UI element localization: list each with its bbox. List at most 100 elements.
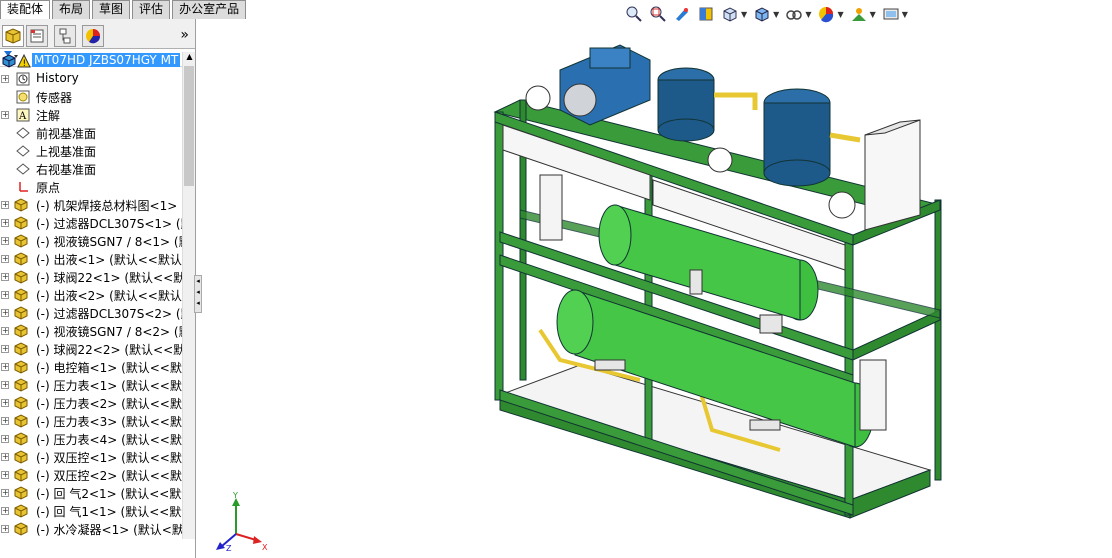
- zoom-to-fit-icon[interactable]: [625, 5, 643, 23]
- feature-manager-icon[interactable]: [2, 25, 24, 47]
- tree-expand-toggle[interactable]: +: [1, 435, 9, 443]
- tree-item-label: (-) 视液镜SGN7 / 8<1> (默: [36, 235, 182, 249]
- part-icon: [14, 234, 28, 248]
- apply-scene-icon[interactable]: [850, 5, 868, 23]
- tree-item-label: (-) 双压控<2> (默认<<默认: [36, 469, 182, 483]
- hide-show-caret[interactable]: ▼: [805, 10, 811, 19]
- tree-expand-toggle[interactable]: +: [1, 273, 9, 281]
- feature-tree[interactable]: ! MT07HD JZBS07HGY MT + History 传感器 + A 注解 前视基…: [0, 52, 182, 539]
- tree-expand-toggle[interactable]: +: [1, 237, 9, 245]
- tab-office-products[interactable]: 办公室产品: [172, 0, 247, 19]
- view-orientation-caret[interactable]: ▼: [741, 10, 747, 19]
- tree-item-label: History: [36, 71, 79, 85]
- tree-item[interactable]: + (-) 回 气2<1> (默认<<默认: [0, 484, 182, 502]
- tree-expand-toggle[interactable]: +: [1, 255, 9, 263]
- tree-expand-toggle[interactable]: +: [1, 381, 9, 389]
- tree-expand-toggle[interactable]: +: [1, 219, 9, 227]
- tree-item-label: (-) 电控箱<1> (默认<<默认: [36, 361, 182, 375]
- scroll-up-arrow[interactable]: ▲: [183, 52, 196, 65]
- tree-item[interactable]: + (-) 回 气1<1> (默认<<默认: [0, 502, 182, 520]
- part-icon: [14, 252, 28, 266]
- tree-expand-toggle[interactable]: +: [1, 345, 9, 353]
- configuration-manager-icon[interactable]: [54, 25, 76, 47]
- tree-item[interactable]: + (-) 双压控<1> (默认<<默认: [0, 448, 182, 466]
- tree-item[interactable]: + (-) 机架焊接总材料图<1>: [0, 196, 182, 214]
- tree-item[interactable]: 右视基准面: [0, 160, 182, 178]
- tree-expand-toggle[interactable]: +: [1, 111, 9, 119]
- scroll-thumb[interactable]: [184, 66, 194, 186]
- tree-item[interactable]: + (-) 双压控<2> (默认<<默认: [0, 466, 182, 484]
- display-style-icon[interactable]: [753, 5, 771, 23]
- tree-expand-toggle[interactable]: +: [1, 507, 9, 515]
- tree-item[interactable]: + (-) 压力表<2> (默认<<默认: [0, 394, 182, 412]
- tree-item[interactable]: 传感器: [0, 88, 182, 106]
- display-style-caret[interactable]: ▼: [773, 10, 779, 19]
- warning-icon: !: [17, 53, 31, 69]
- tab-sketch[interactable]: 草图: [92, 0, 131, 19]
- solidworks-window: 装配体 布局 草图 评估 办公室产品 » ! MT07HD JZBS07HGY …: [0, 0, 1112, 558]
- tree-item[interactable]: + (-) 出液<2> (默认<<默认: [0, 286, 182, 304]
- view-orientation-icon[interactable]: [721, 5, 739, 23]
- part-icon: [14, 414, 28, 428]
- part-icon: [14, 378, 28, 392]
- graphics-area[interactable]: [202, 26, 1112, 558]
- tree-item[interactable]: + (-) 过滤器DCL307S<2> (默: [0, 304, 182, 322]
- tree-expand-toggle[interactable]: +: [1, 309, 9, 317]
- property-manager-icon[interactable]: [26, 25, 48, 47]
- tree-expand-toggle[interactable]: +: [1, 291, 9, 299]
- tree-item[interactable]: 原点: [0, 178, 182, 196]
- tree-item[interactable]: + (-) 压力表<1> (默认<<默认: [0, 376, 182, 394]
- edit-appearance-icon[interactable]: [817, 5, 835, 23]
- panel-collapse-handle[interactable]: ◂ ◂ ◂: [194, 275, 202, 313]
- tree-root[interactable]: ! MT07HD JZBS07HGY MT: [0, 52, 182, 70]
- edit-appearance-caret[interactable]: ▼: [837, 10, 843, 19]
- part-icon: [14, 270, 28, 284]
- tree-item[interactable]: 上视基准面: [0, 142, 182, 160]
- view-settings-caret[interactable]: ▼: [902, 10, 908, 19]
- triad-x-label: X: [262, 543, 268, 552]
- tree-item[interactable]: + History: [0, 70, 182, 88]
- tab-assembly[interactable]: 装配体: [0, 0, 51, 19]
- expand-panel-button[interactable]: »: [180, 27, 189, 43]
- zoom-area-icon[interactable]: [649, 5, 667, 23]
- tree-expand-toggle[interactable]: +: [1, 75, 9, 83]
- plane-icon: [16, 162, 30, 176]
- part-icon: [14, 306, 28, 320]
- tree-item[interactable]: + (-) 电控箱<1> (默认<<默认: [0, 358, 182, 376]
- view-settings-icon[interactable]: [882, 5, 900, 23]
- tree-item[interactable]: + (-) 视液镜SGN7 / 8<1> (默: [0, 232, 182, 250]
- tree-item[interactable]: + (-) 球阀22<1> (默认<<默: [0, 268, 182, 286]
- panel-tabs: »: [0, 19, 195, 49]
- hide-show-icon[interactable]: [785, 5, 803, 23]
- tree-item[interactable]: + (-) 压力表<3> (默认<<默认: [0, 412, 182, 430]
- tab-evaluate[interactable]: 评估: [132, 0, 171, 19]
- tree-item[interactable]: + (-) 球阀22<2> (默认<<默: [0, 340, 182, 358]
- tree-expand-toggle[interactable]: +: [1, 201, 9, 209]
- tree-item[interactable]: + (-) 水冷凝器<1> (默认<默: [0, 520, 182, 538]
- heads-up-view-toolbar: ▼ ▼ ▼ ▼ ▼ ▼: [625, 4, 914, 24]
- tree-expand-toggle[interactable]: +: [1, 363, 9, 371]
- previous-view-icon[interactable]: [673, 5, 691, 23]
- tree-item[interactable]: + (-) 过滤器DCL307S<1> (默: [0, 214, 182, 232]
- tree-expand-toggle[interactable]: +: [1, 327, 9, 335]
- tab-layout[interactable]: 布局: [52, 0, 91, 19]
- section-view-icon[interactable]: [697, 5, 715, 23]
- tree-item-label: (-) 压力表<4> (默认<<默认: [36, 433, 182, 447]
- tree-expand-toggle[interactable]: +: [1, 399, 9, 407]
- part-icon: [14, 396, 28, 410]
- tree-expand-toggle[interactable]: +: [1, 417, 9, 425]
- tree-expand-toggle[interactable]: +: [1, 525, 9, 533]
- apply-scene-caret[interactable]: ▼: [870, 10, 876, 19]
- appearance-manager-icon[interactable]: [82, 25, 104, 47]
- tree-item[interactable]: + A 注解: [0, 106, 182, 124]
- tree-item-label: 原点: [36, 181, 61, 195]
- tree-item[interactable]: + (-) 出液<1> (默认<<默认: [0, 250, 182, 268]
- tree-item[interactable]: + (-) 视液镜SGN7 / 8<2> (默: [0, 322, 182, 340]
- tree-expand-toggle[interactable]: +: [1, 489, 9, 497]
- tree-expand-toggle[interactable]: +: [1, 471, 9, 479]
- tree-expand-toggle[interactable]: +: [1, 453, 9, 461]
- tree-item[interactable]: 前视基准面: [0, 124, 182, 142]
- sensor-icon: [16, 90, 30, 104]
- tree-item[interactable]: + (-) 压力表<4> (默认<<默认: [0, 430, 182, 448]
- refrigeration-unit-model[interactable]: [202, 26, 1112, 558]
